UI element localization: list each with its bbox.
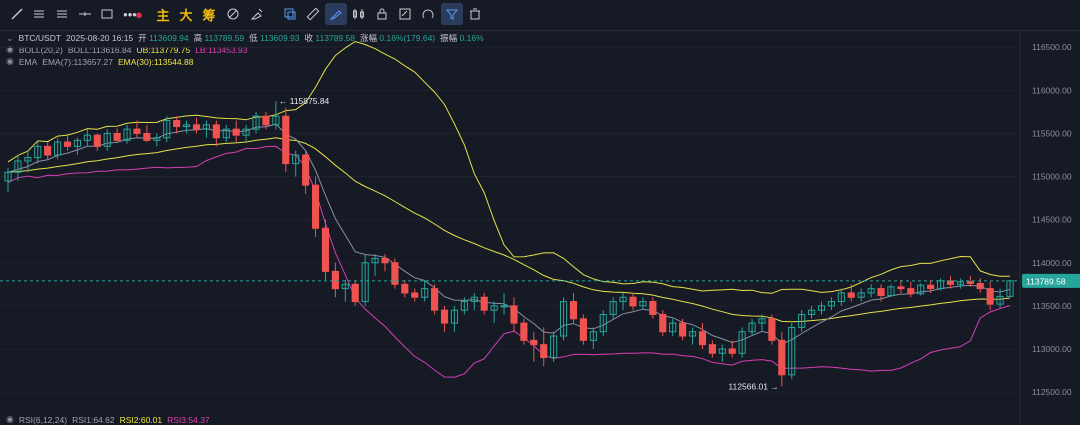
candle-body (679, 322, 687, 337)
candlestick-chart[interactable]: 116500.00 116000.00 115500.00 115000.00 1145… (0, 30, 1080, 425)
candle-body (649, 301, 657, 315)
y-tick-label: 112500.00 (1032, 387, 1072, 397)
candle-body (321, 227, 330, 272)
red-dot-icon: ● (135, 6, 143, 22)
candle-body (708, 344, 716, 354)
high-annotation: ← 115875.84 (279, 96, 330, 106)
parallel-lines-icon[interactable] (51, 3, 73, 25)
y-tick-label: 116000.00 (1032, 85, 1072, 95)
large-orders-button[interactable]: 大 (175, 3, 197, 25)
filter-icon[interactable] (441, 3, 463, 25)
horizontal-lines-icon[interactable] (28, 3, 50, 25)
candle-body (480, 296, 488, 311)
candle-body (381, 257, 389, 264)
y-tick-label: 113500.00 (1032, 301, 1072, 311)
low-annotation: 112566.01 → (728, 381, 778, 391)
layout-icon[interactable] (222, 3, 244, 25)
candle-body (897, 286, 905, 290)
candle-body (282, 115, 290, 165)
candle-body (212, 124, 220, 139)
y-tick-label: 114500.00 (1032, 215, 1072, 225)
drawing-toolbar: ••• ● 主 大 筹 (0, 0, 1080, 31)
candle-body (302, 154, 310, 186)
y-tick-label: 115500.00 (1032, 128, 1072, 138)
y-tick-label: 114000.00 (1032, 258, 1072, 268)
candle-body (63, 141, 72, 147)
candle-body (530, 339, 538, 346)
candle-body (966, 281, 974, 284)
candle-body (401, 283, 409, 294)
cross-line-icon[interactable] (74, 3, 96, 25)
rectangle-icon[interactable] (96, 3, 118, 25)
boll-lower-line (7, 145, 1011, 378)
trash-icon[interactable] (464, 3, 486, 25)
main-chart-button[interactable]: 主 (152, 3, 174, 25)
candle-body (411, 292, 419, 298)
candle-body (192, 124, 201, 130)
note-icon[interactable] (394, 3, 416, 25)
candle-body (698, 331, 707, 346)
candle-body (143, 132, 151, 141)
candle-body (311, 184, 320, 229)
candle-body (440, 309, 449, 324)
trend-line-icon[interactable] (6, 3, 28, 25)
candle-body (133, 128, 141, 134)
candle-body (232, 128, 240, 136)
candle-body (986, 288, 994, 305)
candle-body (113, 132, 121, 141)
magnet-icon[interactable] (417, 3, 439, 25)
candle-body (351, 283, 359, 303)
candle-body (927, 284, 935, 290)
candle-body (728, 348, 736, 354)
clear-icon[interactable] (246, 3, 268, 25)
indicator-icon[interactable] (348, 3, 370, 25)
copy-shape-icon[interactable] (279, 3, 301, 25)
candle-body (579, 318, 587, 341)
candle-body (331, 270, 339, 290)
candle-body (847, 292, 855, 298)
candle-body (778, 339, 786, 376)
chip-distribution-button[interactable]: 筹 (198, 3, 220, 25)
candle-body (44, 145, 52, 156)
y-tick-label: 116500.00 (1032, 42, 1072, 52)
candle-body (907, 288, 915, 295)
draw-mode-icon[interactable] (325, 3, 347, 25)
y-tick-label: 113000.00 (1032, 344, 1072, 354)
candle-body (520, 322, 528, 341)
ema30-line (7, 137, 1011, 323)
candle-body (629, 296, 637, 307)
candle-body (768, 318, 776, 341)
candle-body (877, 288, 885, 297)
candle-body (569, 301, 578, 320)
candle-body (976, 282, 984, 290)
candle-body (500, 305, 508, 308)
last-price-label: 113789.58 (1026, 276, 1066, 286)
candle-body (510, 305, 518, 324)
ruler-icon[interactable] (302, 3, 324, 25)
candle-body (173, 120, 181, 128)
lock-icon[interactable] (371, 3, 393, 25)
candle-body (262, 115, 270, 126)
candle-body (659, 313, 667, 333)
candle-body (93, 134, 101, 147)
candle-body (431, 288, 439, 311)
y-tick-label: 115000.00 (1032, 172, 1072, 182)
candle-body (540, 344, 548, 359)
ema7-line (7, 123, 1011, 345)
